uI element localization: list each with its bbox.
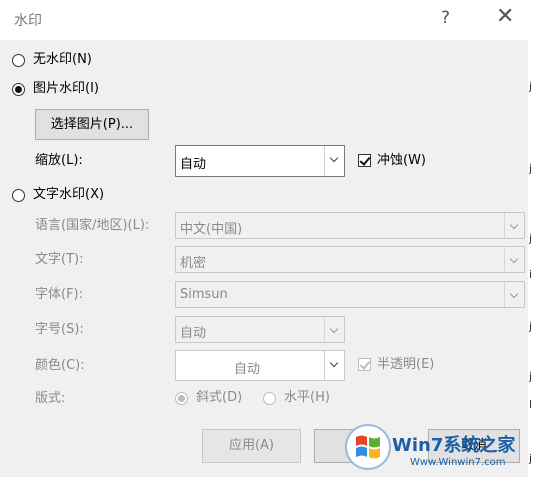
- watermark-url: Www.Winwin7.com: [410, 457, 506, 468]
- color-combo[interactable]: 自动: [175, 350, 345, 381]
- color-value: 自动: [234, 362, 261, 377]
- text-label: 文字(T):: [35, 252, 84, 267]
- dialog-title: 水印: [14, 13, 42, 29]
- no-watermark-label[interactable]: 无水印(N): [33, 52, 92, 68]
- washout-checkbox[interactable]: [358, 154, 371, 167]
- chevron-down-icon[interactable]: [324, 146, 344, 176]
- chevron-down-icon[interactable]: [504, 282, 524, 307]
- edge-char: j: [529, 320, 533, 333]
- edge-char: l: [529, 398, 533, 411]
- language-value: 中文(中国): [180, 222, 243, 237]
- select-picture-button[interactable]: 选择图片(P)...: [35, 109, 149, 140]
- picture-watermark-label[interactable]: 图片水印(I): [33, 81, 99, 97]
- text-watermark-radio[interactable]: [12, 189, 25, 202]
- diagonal-label[interactable]: 斜式(D): [196, 390, 242, 406]
- edge-char: j: [529, 452, 533, 465]
- edge-char: j: [529, 80, 533, 93]
- text-watermark-label[interactable]: 文字水印(X): [33, 187, 104, 203]
- font-label: 字体(F):: [35, 287, 84, 302]
- close-icon[interactable]: ✕: [496, 4, 514, 29]
- picture-watermark-radio[interactable]: [12, 83, 25, 96]
- edge-char: i: [529, 268, 533, 281]
- windows-logo-icon: [345, 424, 391, 470]
- background-document-edge: [528, 40, 540, 477]
- language-combo[interactable]: 中文(中国): [175, 212, 525, 239]
- scale-combo[interactable]: 自动: [175, 145, 345, 177]
- no-watermark-radio[interactable]: [12, 54, 25, 67]
- edge-char: j: [529, 232, 533, 245]
- semitransparent-label[interactable]: 半透明(E): [377, 357, 434, 373]
- horizontal-label[interactable]: 水平(H): [284, 390, 330, 406]
- text-value: 机密: [180, 256, 207, 271]
- help-icon[interactable]: ?: [441, 8, 450, 28]
- horizontal-radio[interactable]: [263, 392, 276, 405]
- scale-label: 缩放(L):: [35, 153, 83, 168]
- washout-label[interactable]: 冲蚀(W): [377, 153, 426, 169]
- text-combo[interactable]: 机密: [175, 246, 525, 273]
- chevron-down-icon[interactable]: [504, 213, 524, 238]
- chevron-down-icon[interactable]: [324, 317, 344, 342]
- font-value: Simsun: [180, 287, 228, 302]
- chevron-down-icon[interactable]: [324, 351, 344, 380]
- title-bar: [0, 0, 540, 40]
- font-combo[interactable]: Simsun: [175, 281, 525, 308]
- chevron-down-icon[interactable]: [504, 247, 524, 272]
- size-label: 字号(S):: [35, 322, 84, 337]
- color-label: 颜色(C):: [35, 358, 85, 373]
- edge-char: j: [529, 370, 533, 383]
- size-value: 自动: [180, 326, 207, 341]
- scale-value: 自动: [180, 157, 207, 172]
- edge-char: j: [529, 162, 533, 175]
- layout-label: 版式:: [35, 391, 66, 406]
- watermark-text: Win7系统之家: [392, 435, 516, 456]
- apply-button[interactable]: 应用(A): [202, 429, 301, 463]
- diagonal-radio[interactable]: [175, 392, 188, 405]
- size-combo[interactable]: 自动: [175, 316, 345, 343]
- semitransparent-checkbox[interactable]: [358, 358, 371, 371]
- language-label: 语言(国家/地区)(L):: [35, 218, 150, 233]
